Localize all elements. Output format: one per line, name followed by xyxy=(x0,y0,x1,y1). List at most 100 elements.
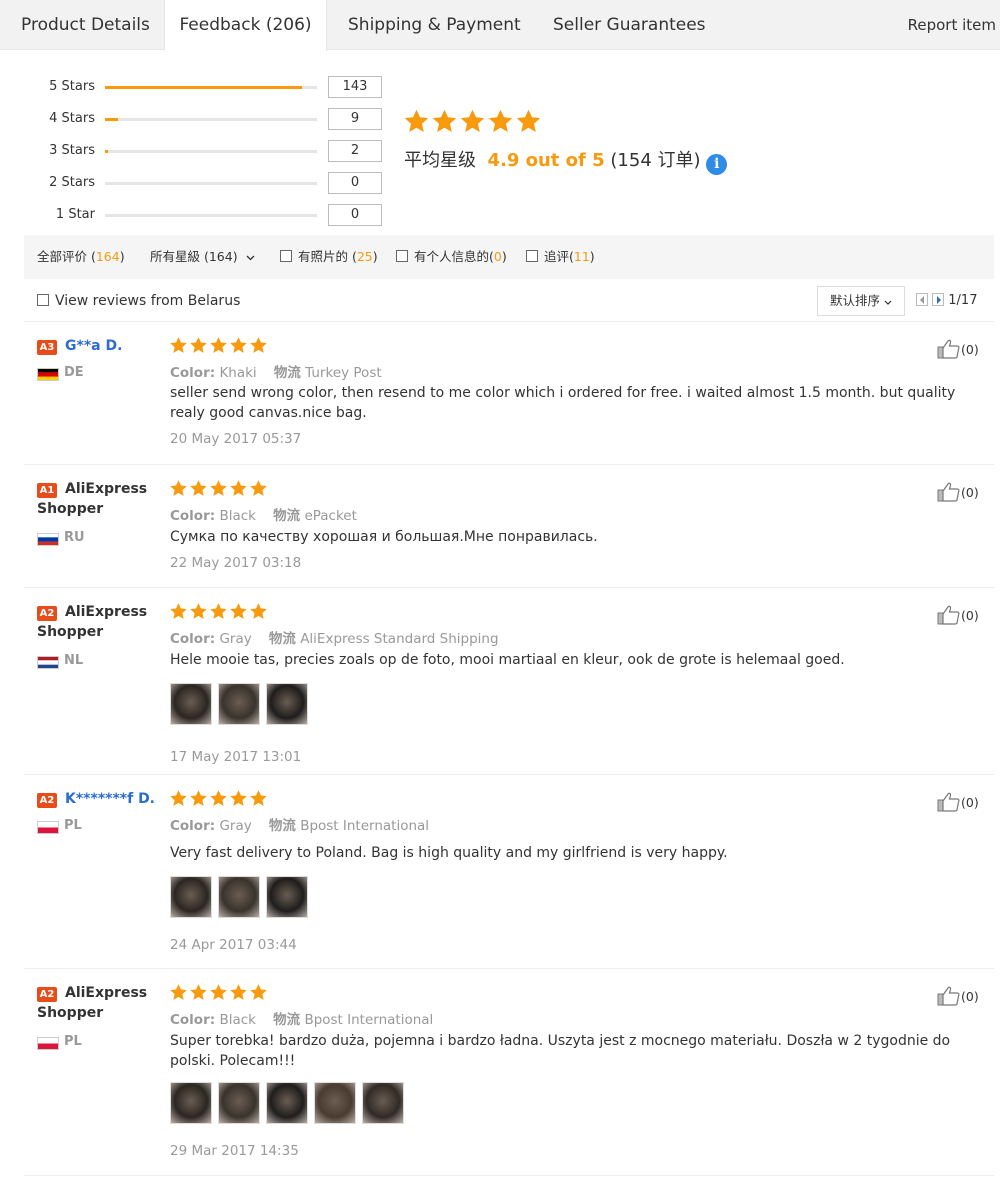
review-photo-thumbnail[interactable] xyxy=(170,876,212,918)
star-icon xyxy=(229,603,249,625)
tab-feedback[interactable]: Feedback (206) xyxy=(164,0,327,51)
filter-photos-label: 有照片的 ( xyxy=(298,249,357,264)
histogram-label: 5 Stars xyxy=(49,79,95,94)
next-page-button[interactable] xyxy=(932,293,945,306)
shipping-method: Bpost International xyxy=(304,1012,434,1028)
shipping-method: Bpost International xyxy=(300,818,430,834)
reviewer-name-line2: Shopper xyxy=(37,1005,104,1021)
color-value: Black xyxy=(219,508,256,524)
filter-all[interactable]: 全部评价 (164) xyxy=(37,235,125,279)
review-text: Super torebka! bardzo duża, pojemna i ba… xyxy=(170,1033,951,1069)
filter-all-count: 164 xyxy=(95,249,120,264)
color-label: Color: xyxy=(170,508,216,524)
histogram-bar xyxy=(105,86,317,89)
star-icon xyxy=(209,480,229,502)
info-icon[interactable]: i xyxy=(706,154,728,175)
country-code: PL xyxy=(64,818,82,833)
review-photos xyxy=(170,1082,410,1124)
filter-followup-close: ) xyxy=(589,249,595,264)
review-photo-thumbnail[interactable] xyxy=(218,1082,260,1124)
reviewer-name: AliExpress xyxy=(65,604,148,620)
helpful-count: (0) xyxy=(961,342,979,357)
helpful-button[interactable]: (0) xyxy=(937,986,979,1006)
review-stars xyxy=(169,336,269,359)
histogram-bar-fill xyxy=(105,86,303,89)
star-icon xyxy=(249,603,269,625)
star-icon xyxy=(169,603,189,625)
star-icon xyxy=(515,109,543,139)
histogram-count: 0 xyxy=(328,172,382,194)
star-icon xyxy=(189,984,209,1006)
review-photo-thumbnail[interactable] xyxy=(266,683,308,725)
chevron-down-icon xyxy=(884,300,892,305)
histogram-row: 5 Stars 143 xyxy=(0,76,400,100)
color-label: Color: xyxy=(170,1012,216,1028)
buyer-level-badge: A3 xyxy=(37,340,57,355)
star-icon xyxy=(229,790,249,812)
review-item: A2 AliExpress Shopper PL Color: Black 物流 Bpo… xyxy=(24,970,994,1176)
order-count: (154 订单) xyxy=(610,150,701,171)
arrow-right-icon xyxy=(937,296,942,304)
review-photo-thumbnail[interactable] xyxy=(218,876,260,918)
filter-personal-info[interactable]: 有个人信息的(0) xyxy=(396,235,507,279)
review-text: Very fast delivery to Poland. Bag is hig… xyxy=(170,845,728,861)
prev-page-button[interactable] xyxy=(916,293,928,306)
filter-with-photos[interactable]: 有照片的 (25) xyxy=(280,235,378,279)
view-country-checkbox[interactable] xyxy=(37,294,49,306)
tab-seller-guarantees[interactable]: Seller Guarantees xyxy=(553,0,706,50)
filter-follow-up[interactable]: 追评(11) xyxy=(526,235,595,279)
country-flag-icon xyxy=(37,1035,59,1051)
rating-filter-select[interactable]: 所有星級 (164) xyxy=(150,235,255,279)
filter-all-close: ) xyxy=(119,249,125,264)
review-photo-thumbnail[interactable] xyxy=(170,1082,212,1124)
histogram-count: 143 xyxy=(328,76,382,98)
helpful-button[interactable]: (0) xyxy=(937,792,979,812)
review-photo-thumbnail[interactable] xyxy=(266,876,308,918)
star-icon xyxy=(487,109,515,139)
star-icon xyxy=(459,109,487,139)
chevron-down-icon xyxy=(246,255,255,261)
country-flag-icon xyxy=(37,366,59,382)
reviewer-name[interactable]: K*******f D. xyxy=(65,791,155,807)
average-prefix: 平均星级 xyxy=(404,150,476,171)
personal-info-checkbox[interactable] xyxy=(396,250,408,262)
shipping-label: 物流 xyxy=(273,508,301,524)
sort-dropdown[interactable]: 默认排序 xyxy=(817,286,905,316)
review-text: Hele mooie tas, precies zoals op de foto… xyxy=(170,652,845,668)
filter-followup-label: 追评( xyxy=(544,249,574,264)
tab-product-details[interactable]: Product Details xyxy=(0,0,164,50)
color-value: Khaki xyxy=(219,365,257,381)
photos-checkbox[interactable] xyxy=(280,250,292,262)
country-flag-icon xyxy=(37,531,59,547)
star-icon xyxy=(189,790,209,812)
star-icon xyxy=(431,109,459,139)
reviewer-name[interactable]: G**a D. xyxy=(65,338,122,354)
helpful-button[interactable]: (0) xyxy=(937,339,979,359)
average-stars xyxy=(403,108,543,139)
reviewer-name-line2: Shopper xyxy=(37,501,104,517)
review-photo-thumbnail[interactable] xyxy=(314,1082,356,1124)
review-photo-thumbnail[interactable] xyxy=(170,683,212,725)
helpful-count: (0) xyxy=(961,608,979,623)
thumbs-up-icon xyxy=(937,482,960,502)
helpful-button[interactable]: (0) xyxy=(937,605,979,625)
star-icon xyxy=(189,337,209,359)
filter-personal-label: 有个人信息的( xyxy=(414,249,494,264)
follow-up-checkbox[interactable] xyxy=(526,250,538,262)
thumbs-up-icon xyxy=(937,605,960,625)
review-photo-thumbnail[interactable] xyxy=(362,1082,404,1124)
report-item-link[interactable]: Report item xyxy=(908,0,996,50)
review-photos xyxy=(170,683,314,725)
star-icon xyxy=(209,790,229,812)
review-photo-thumbnail[interactable] xyxy=(266,1082,308,1124)
star-icon xyxy=(169,480,189,502)
helpful-button[interactable]: (0) xyxy=(937,482,979,502)
view-country-filter[interactable]: View reviews from Belarus xyxy=(37,280,240,322)
histogram-label: 2 Stars xyxy=(49,175,95,190)
order-info: Color: Black 物流 ePacket xyxy=(170,504,357,524)
tab-shipping-payment[interactable]: Shipping & Payment xyxy=(348,0,521,50)
review-date: 22 May 2017 03:18 xyxy=(170,555,302,571)
review-stars xyxy=(169,602,269,625)
star-icon xyxy=(209,984,229,1006)
review-photo-thumbnail[interactable] xyxy=(218,683,260,725)
